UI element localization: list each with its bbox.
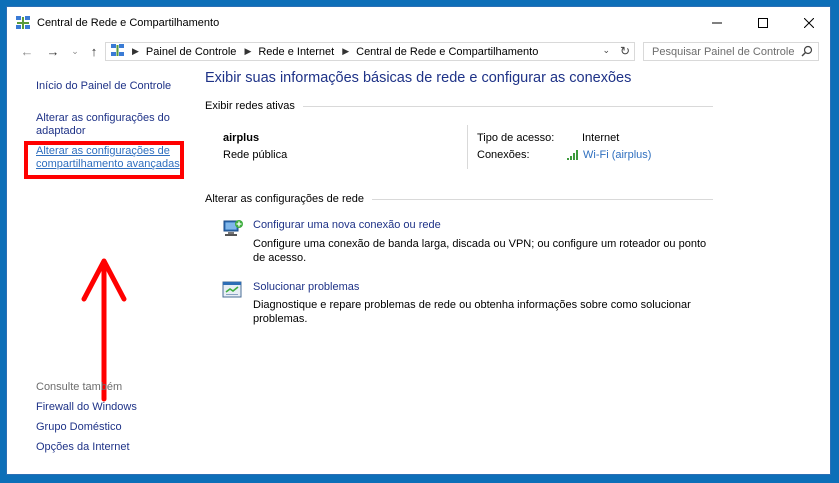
vertical-divider xyxy=(467,125,468,169)
troubleshoot-link[interactable]: Solucionar problemas xyxy=(253,281,359,293)
active-networks-label: Exibir redes ativas xyxy=(205,100,295,112)
chevron-right-icon[interactable]: ▶ xyxy=(132,46,139,57)
control-panel-home-link[interactable]: Início do Painel de Controle xyxy=(36,80,171,93)
access-type-value: Internet xyxy=(582,132,620,144)
recent-locations-button[interactable]: ⌄ xyxy=(67,43,83,59)
network-setup-icon[interactable] xyxy=(222,218,244,241)
breadcrumb: ▶ Painel de Controle ▶ Rede e Internet ▶… xyxy=(124,46,538,58)
divider xyxy=(302,105,713,107)
refresh-icon[interactable]: ↻ xyxy=(620,44,630,58)
up-button[interactable]: ↑ xyxy=(86,43,102,59)
wifi-signal-icon xyxy=(567,150,578,160)
minimize-button[interactable] xyxy=(694,7,740,39)
wifi-connection-link[interactable]: Wi-Fi (airplus) xyxy=(567,149,651,161)
address-bar[interactable]: ▶ Painel de Controle ▶ Rede e Internet ▶… xyxy=(105,42,635,61)
troubleshoot-desc: Diagnostique e repare problemas de rede … xyxy=(253,299,691,325)
magnifier-icon[interactable] xyxy=(801,45,813,60)
search-input[interactable]: Pesquisar Painel de Controle xyxy=(643,42,819,61)
connections-label: Conexões: xyxy=(477,149,530,161)
access-type-label: Tipo de acesso: xyxy=(477,132,555,144)
address-dropdown-icon[interactable]: ⌄ xyxy=(602,45,610,56)
back-button[interactable]: ← xyxy=(19,43,35,59)
minimize-icon xyxy=(712,22,722,24)
maximize-icon xyxy=(758,18,768,28)
arrow-left-icon: ← xyxy=(20,43,34,59)
address-toolbar: ← → ⌄ ↑ ▶ Painel de Controle ▶ Rede e In… xyxy=(7,39,830,65)
network-center-icon xyxy=(16,16,30,33)
breadcrumb-painel[interactable]: Painel de Controle xyxy=(146,46,237,58)
network-name: airplus xyxy=(223,132,260,144)
main-content: Exibir suas informações básicas de rede … xyxy=(205,65,830,474)
homegroup-link[interactable]: Grupo Doméstico xyxy=(36,421,122,433)
forward-button[interactable]: → xyxy=(45,43,61,59)
setup-new-connection-link[interactable]: Configurar uma nova conexão ou rede xyxy=(253,219,441,231)
change-adapter-settings-link[interactable]: Alterar as configurações do adaptador xyxy=(36,112,176,138)
troubleshoot-icon[interactable] xyxy=(222,280,244,303)
breadcrumb-rede-internet[interactable]: Rede e Internet xyxy=(258,46,334,58)
window-title: Central de Rede e Compartilhamento xyxy=(37,17,220,29)
chevron-down-icon: ⌄ xyxy=(71,45,79,56)
change-network-settings-label: Alterar as configurações de rede xyxy=(205,193,364,205)
wifi-connection-label[interactable]: Wi-Fi (airplus) xyxy=(583,149,651,161)
chevron-right-icon[interactable]: ▶ xyxy=(342,46,349,57)
setup-new-connection-desc: Configure uma conexão de banda larga, di… xyxy=(253,238,707,264)
title-bar[interactable]: Central de Rede e Compartilhamento xyxy=(7,7,830,39)
divider xyxy=(371,198,713,200)
maximize-button[interactable] xyxy=(740,7,786,39)
arrow-right-icon: → xyxy=(46,43,60,59)
change-network-settings-header: Alterar as configurações de rede xyxy=(205,193,713,205)
firewall-link[interactable]: Firewall do Windows xyxy=(36,401,137,413)
page-title: Exibir suas informações básicas de rede … xyxy=(205,70,632,86)
close-button[interactable] xyxy=(786,7,832,39)
close-icon xyxy=(804,18,814,28)
internet-options-link[interactable]: Opções da Internet xyxy=(36,441,130,453)
search-placeholder: Pesquisar Painel de Controle xyxy=(652,45,795,58)
network-center-window: Central de Rede e Compartilhamento ← → ⌄… xyxy=(6,6,831,475)
red-highlight-box xyxy=(24,141,184,179)
chevron-right-icon[interactable]: ▶ xyxy=(244,46,251,57)
left-task-pane: Início do Painel de Controle Alterar as … xyxy=(7,65,192,474)
breadcrumb-central[interactable]: Central de Rede e Compartilhamento xyxy=(356,46,538,58)
see-also-heading: Consulte também xyxy=(36,381,123,393)
arrow-up-icon: ↑ xyxy=(90,43,98,59)
active-networks-header: Exibir redes ativas xyxy=(205,100,713,112)
control-panel-icon xyxy=(111,43,124,60)
network-type: Rede pública xyxy=(223,149,288,161)
